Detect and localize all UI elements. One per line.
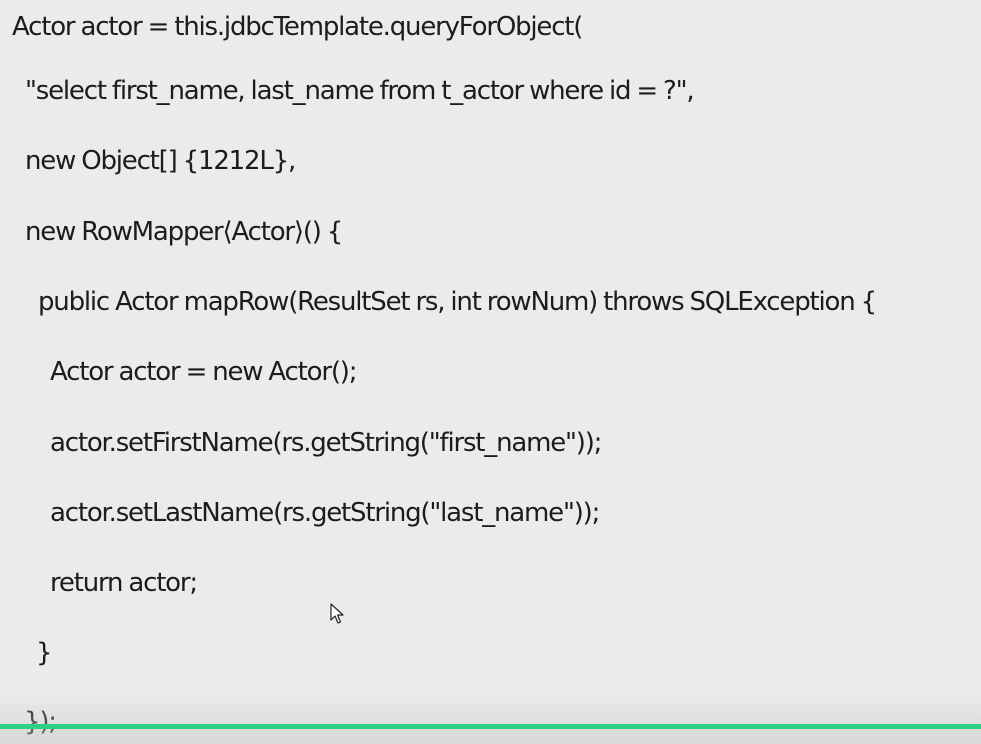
code-line-10: } <box>36 638 53 668</box>
code-slide: Actor actor = this.jdbcTemplate.queryFor… <box>0 0 981 744</box>
code-line-11: }); <box>24 707 57 737</box>
code-line-5: public Actor mapRow(ResultSet rs, int ro… <box>38 287 877 317</box>
code-line-6: Actor actor = new Actor(); <box>50 357 357 387</box>
mouse-pointer-icon <box>330 603 344 625</box>
code-line-9: return actor; <box>50 568 198 598</box>
code-line-8: actor.setLastName(rs.getString("last_nam… <box>50 498 600 528</box>
code-line-7: actor.setFirstName(rs.getString("first_n… <box>50 428 602 458</box>
video-progress-bar[interactable] <box>0 724 981 729</box>
code-line-3: new Object[] {1212L}, <box>25 146 296 176</box>
code-line-4: new RowMapper⟨Actor⟩() { <box>25 217 343 247</box>
code-line-1: Actor actor = this.jdbcTemplate.queryFor… <box>12 12 583 42</box>
video-progress-fill <box>0 724 981 729</box>
code-line-2: "select first_name, last_name from t_act… <box>25 76 695 106</box>
